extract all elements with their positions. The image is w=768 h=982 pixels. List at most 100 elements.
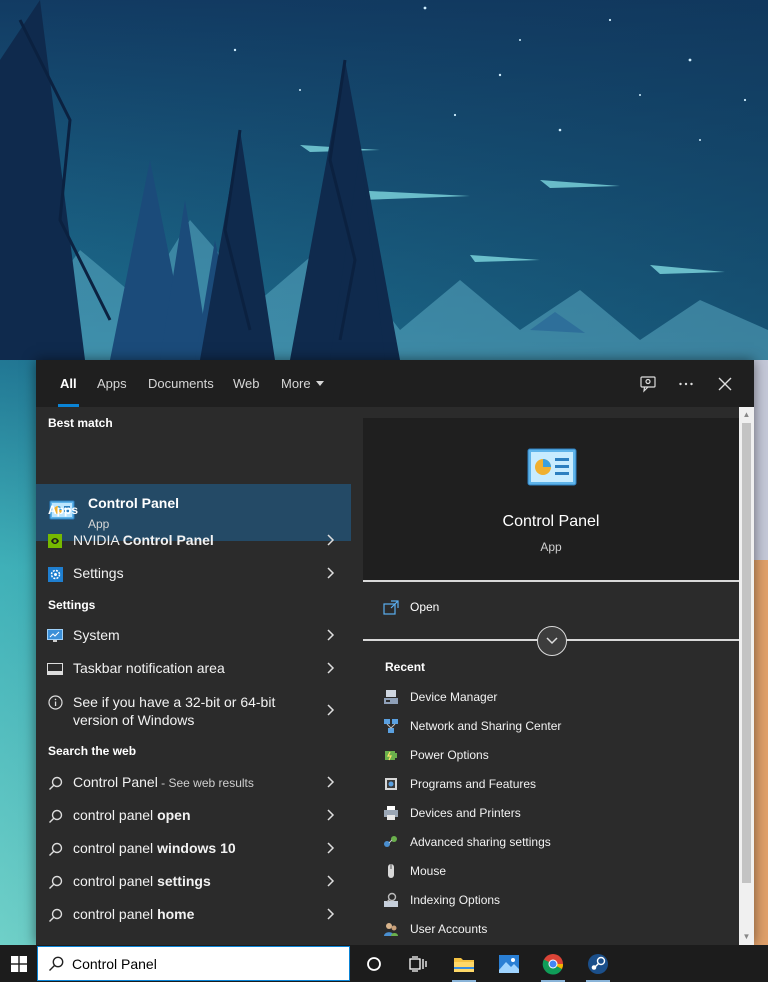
close-icon[interactable] bbox=[713, 372, 737, 396]
recent-item-network-and-sharing-center[interactable]: Network and Sharing Center bbox=[383, 715, 713, 741]
web-result-bold: home bbox=[157, 906, 195, 922]
web-result-label: Control Panel - See web results bbox=[73, 774, 254, 790]
web-result-control-panel-open[interactable]: control panel open bbox=[36, 799, 351, 832]
preview-title: Control Panel bbox=[502, 513, 600, 530]
tab-more-label: More bbox=[281, 376, 311, 391]
feedback-icon[interactable] bbox=[636, 372, 660, 396]
search-icon bbox=[46, 840, 64, 858]
app-result-label-plain: Settings bbox=[73, 565, 124, 581]
setting-result-taskbar-notification-area[interactable]: Taskbar notification area bbox=[36, 652, 351, 685]
power-options-icon bbox=[385, 751, 397, 761]
preview-pane: Control Panel App Open Recent Device Man… bbox=[363, 418, 739, 945]
app-result-label: Settings bbox=[73, 565, 124, 581]
setting-result-32-or-64-bit[interactable]: See if you have a 32-bit or 64-bit versi… bbox=[36, 685, 351, 735]
steam-button[interactable] bbox=[578, 945, 618, 982]
tab-all[interactable]: All bbox=[58, 360, 79, 407]
tab-apps[interactable]: Apps bbox=[97, 360, 127, 407]
taskbar-search-box[interactable] bbox=[37, 946, 350, 981]
more-options-icon[interactable] bbox=[674, 372, 698, 396]
recent-item-mouse[interactable]: Mouse bbox=[383, 860, 713, 886]
task-view-button[interactable] bbox=[398, 945, 438, 982]
chevron-down-icon bbox=[546, 637, 558, 645]
scroll-down-arrow-icon[interactable]: ▼ bbox=[742, 932, 751, 942]
search-icon bbox=[49, 956, 64, 971]
recent-item-devices-and-printers[interactable]: Devices and Printers bbox=[383, 802, 713, 828]
search-icon bbox=[46, 807, 64, 825]
app-result-settings[interactable]: Settings bbox=[36, 557, 351, 590]
web-result-suffix: - See web results bbox=[157, 776, 254, 790]
recent-item-device-manager[interactable]: Device Manager bbox=[383, 686, 713, 712]
tab-documents-label: Documents bbox=[148, 376, 214, 391]
web-result-label: control panel windows 10 bbox=[73, 840, 236, 856]
web-result-text: control panel bbox=[73, 840, 158, 856]
best-match-heading: Best match bbox=[48, 416, 113, 430]
web-result-bold: settings bbox=[157, 873, 211, 889]
web-result-bold: open bbox=[157, 807, 191, 823]
taskbar-icon bbox=[46, 660, 64, 678]
open-icon bbox=[383, 600, 399, 615]
chevron-right-icon bbox=[327, 534, 335, 546]
start-button[interactable] bbox=[0, 945, 37, 982]
chrome-button[interactable] bbox=[533, 945, 573, 982]
recent-item-programs-and-features[interactable]: Programs and Features bbox=[383, 773, 713, 799]
tab-documents[interactable]: Documents bbox=[148, 360, 214, 407]
recent-item-label: Devices and Printers bbox=[410, 806, 521, 820]
web-result-control-panel[interactable]: Control Panel - See web results bbox=[36, 766, 351, 799]
app-result-nvidia-control-panel[interactable]: NVIDIA Control Panel bbox=[36, 524, 351, 557]
steam-icon bbox=[588, 953, 608, 974]
chevron-right-icon bbox=[327, 776, 335, 788]
recent-item-label: Network and Sharing Center bbox=[410, 719, 562, 733]
preview-scrollbar[interactable]: ▲ ▼ bbox=[739, 407, 754, 945]
results-list: Best match Control Panel App Apps NVIDIA… bbox=[36, 407, 351, 945]
open-label: Open bbox=[410, 600, 440, 614]
tab-more[interactable]: More bbox=[281, 360, 324, 407]
file-explorer-icon bbox=[454, 957, 474, 972]
preview-type: App bbox=[540, 540, 562, 554]
search-icon bbox=[46, 906, 64, 924]
setting-result-label: See if you have a 32-bit or 64-bit versi… bbox=[73, 693, 275, 729]
taskbar bbox=[0, 945, 768, 982]
printer-icon bbox=[384, 806, 398, 820]
chevron-down-icon bbox=[315, 381, 324, 386]
web-result-text: Control Panel bbox=[73, 774, 158, 790]
recent-item-indexing-options[interactable]: Indexing Options bbox=[383, 889, 713, 915]
scrollbar-thumb[interactable] bbox=[742, 423, 751, 883]
sharing-icon bbox=[384, 836, 397, 847]
web-result-control-panel-home[interactable]: control panel home bbox=[36, 898, 351, 931]
web-result-label: control panel open bbox=[73, 807, 191, 823]
search-panel: All Apps Documents Web More Best match C… bbox=[36, 360, 754, 945]
search-input[interactable] bbox=[72, 953, 332, 975]
web-result-bold: windows 10 bbox=[157, 840, 236, 856]
settings-gear-icon bbox=[46, 565, 64, 583]
chevron-right-icon bbox=[327, 809, 335, 821]
recent-item-user-accounts[interactable]: User Accounts bbox=[383, 918, 713, 944]
photos-button[interactable] bbox=[489, 945, 529, 982]
chevron-right-icon bbox=[327, 908, 335, 920]
recent-item-advanced-sharing-settings[interactable]: Advanced sharing settings bbox=[383, 831, 713, 857]
cortana-icon bbox=[367, 956, 381, 971]
recent-item-label: Indexing Options bbox=[410, 893, 501, 907]
apps-heading: Apps bbox=[48, 503, 78, 517]
tab-web-label: Web bbox=[233, 376, 260, 391]
cortana-button[interactable] bbox=[354, 945, 394, 982]
recent-heading: Recent bbox=[385, 660, 426, 674]
expand-button[interactable] bbox=[537, 626, 567, 656]
web-result-label: control panel home bbox=[73, 906, 194, 922]
chevron-right-icon bbox=[327, 875, 335, 887]
tab-web[interactable]: Web bbox=[233, 360, 260, 407]
programs-icon bbox=[385, 778, 397, 790]
file-explorer-button[interactable] bbox=[444, 945, 484, 982]
settings-heading: Settings bbox=[48, 598, 96, 612]
setting-result-label: System bbox=[73, 627, 120, 643]
scroll-up-arrow-icon[interactable]: ▲ bbox=[742, 410, 751, 420]
user-accounts-icon bbox=[384, 923, 398, 936]
web-result-control-panel-settings[interactable]: control panel settings bbox=[36, 865, 351, 898]
setting-result-system[interactable]: System bbox=[36, 619, 351, 652]
divider bbox=[363, 580, 739, 582]
web-result-control-panel-windows-10[interactable]: control panel windows 10 bbox=[36, 832, 351, 865]
chevron-right-icon bbox=[327, 842, 335, 854]
recent-item-power-options[interactable]: Power Options bbox=[383, 744, 713, 770]
network-icon bbox=[384, 719, 398, 733]
indexing-icon bbox=[384, 892, 398, 907]
control-panel-large-icon bbox=[527, 448, 577, 486]
